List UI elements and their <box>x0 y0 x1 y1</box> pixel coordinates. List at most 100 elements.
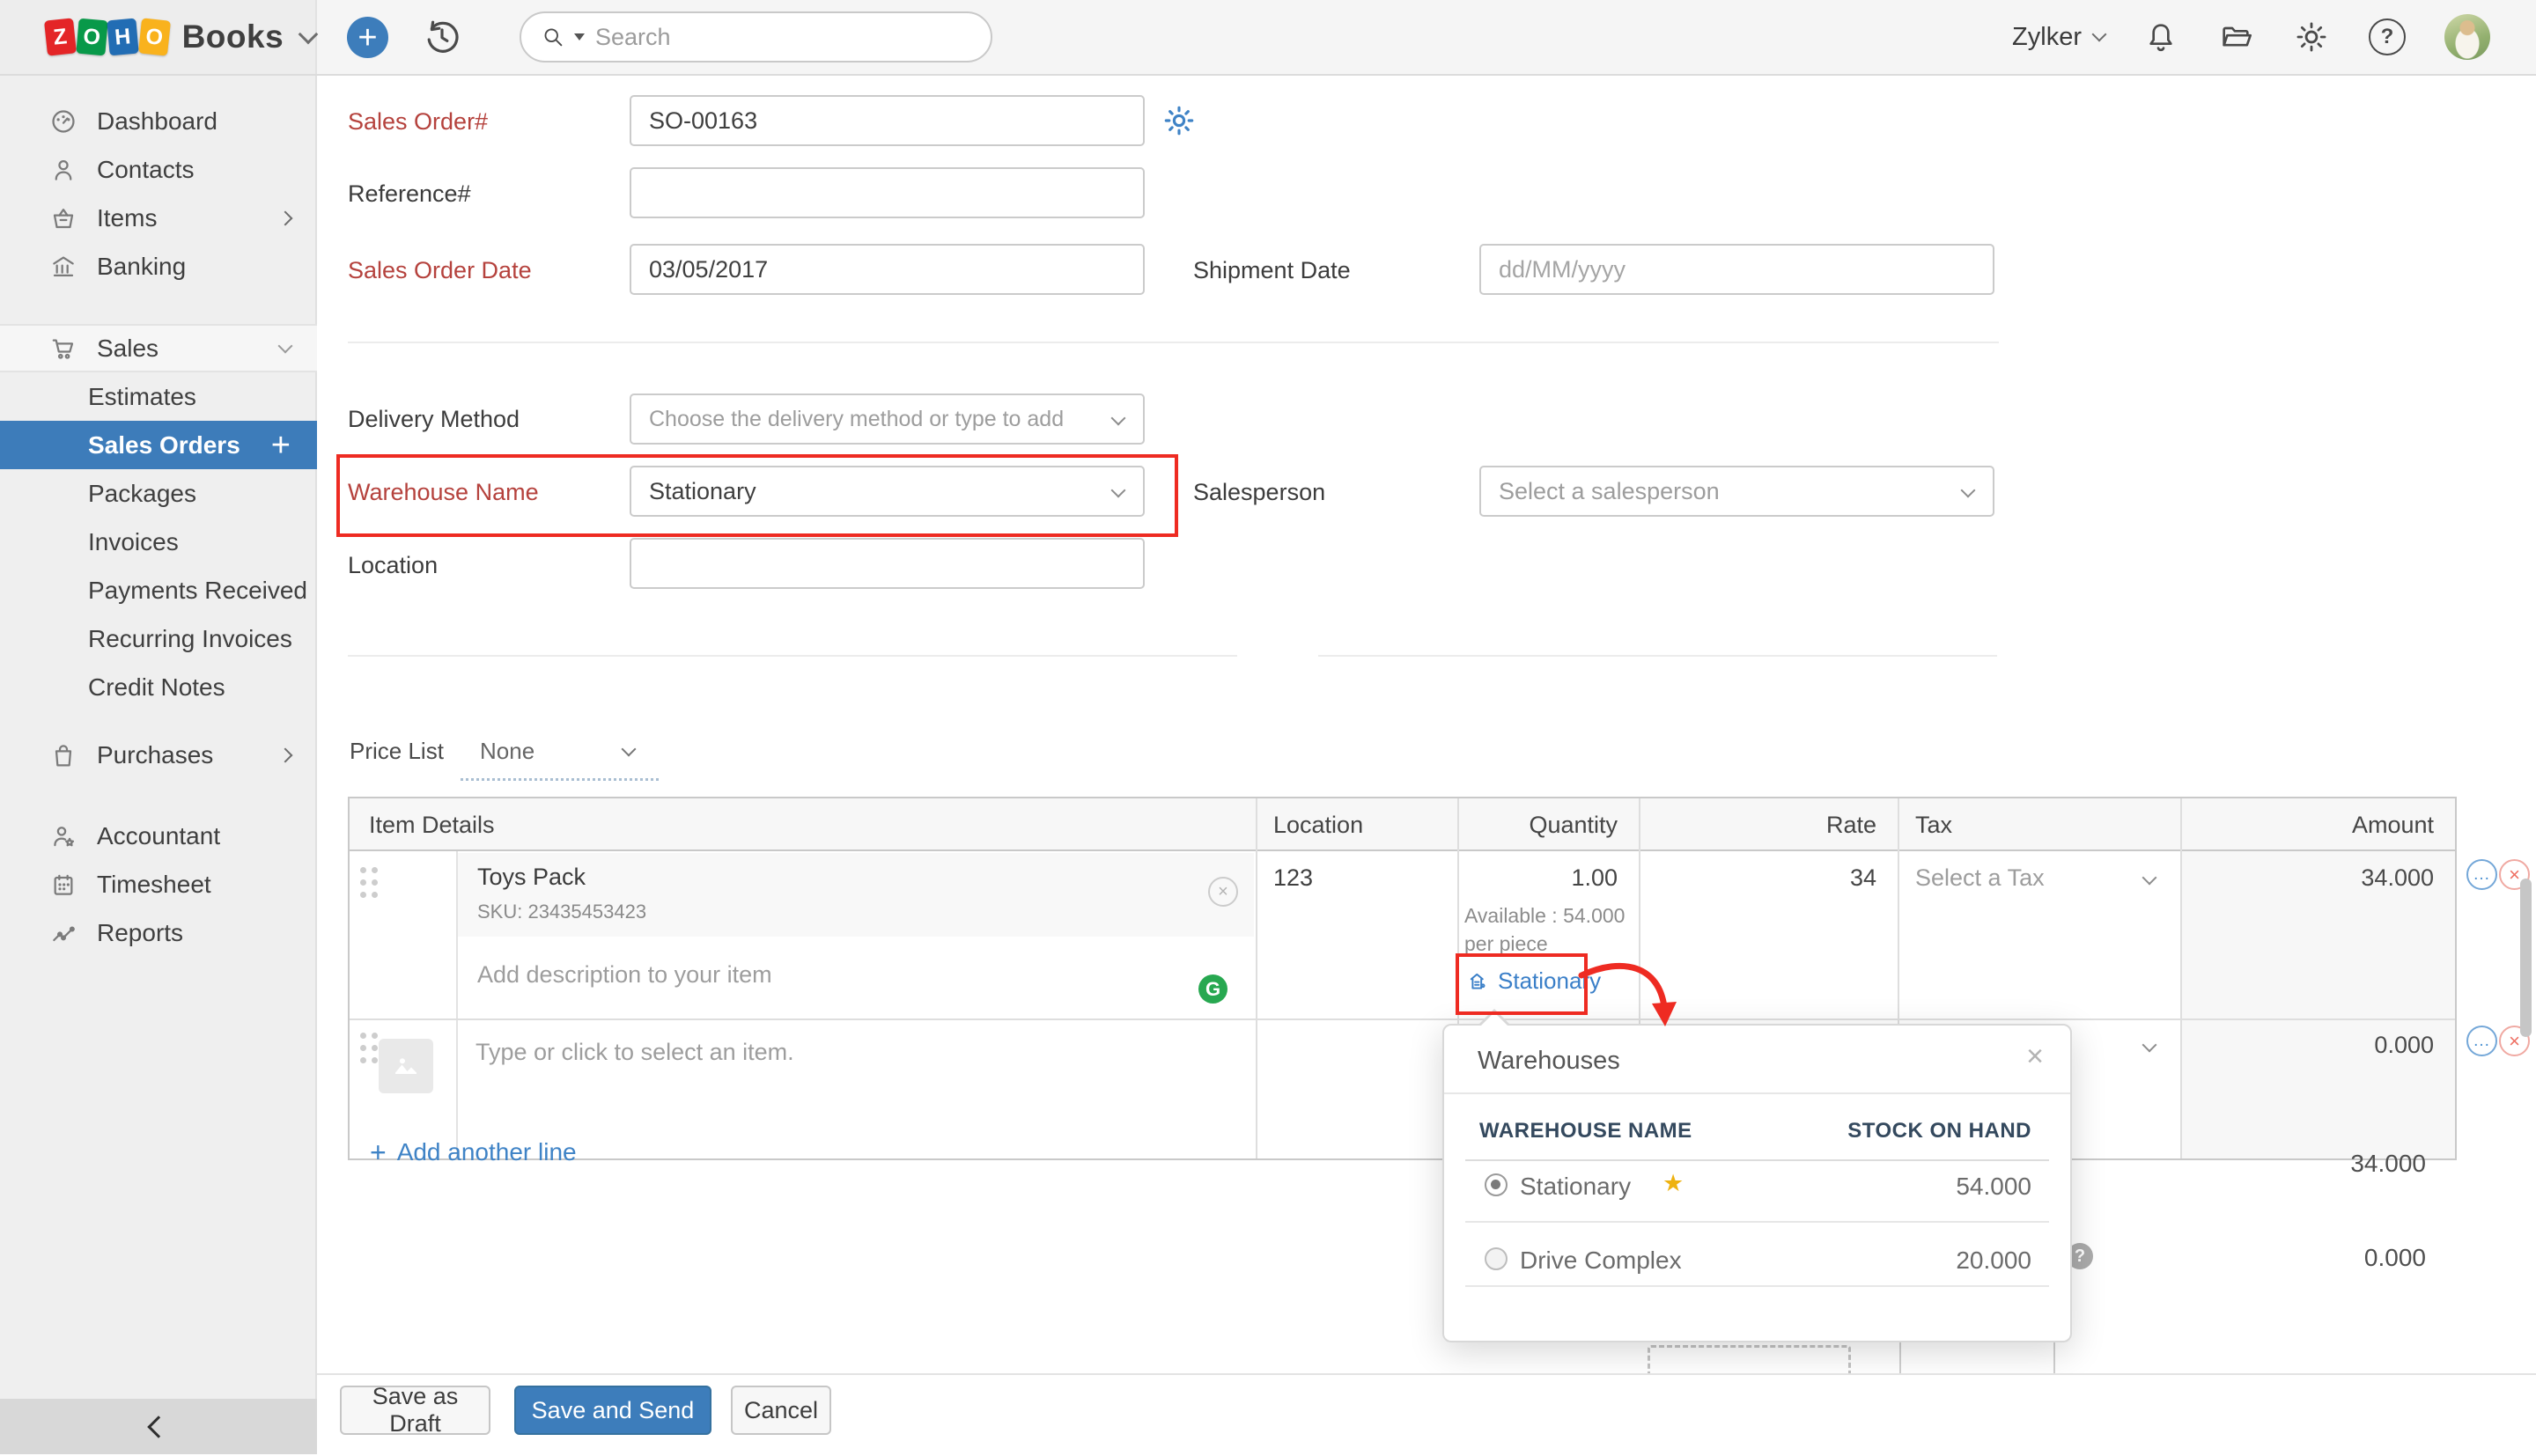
sidebar-item-label: Timesheet <box>97 871 211 899</box>
sidebar-item-dashboard[interactable]: Dashboard <box>0 97 317 145</box>
add-line-label: Add another line <box>397 1138 577 1166</box>
sidebar-item-label: Dashboard <box>97 107 217 136</box>
row-divider <box>350 1018 2455 1020</box>
sidebar-item-label: Items <box>97 204 157 232</box>
reports-chart-icon <box>49 919 77 947</box>
warehouse-link[interactable]: Stationary <box>1468 967 1601 995</box>
sales-order-date-label: Sales Order Date <box>348 257 532 284</box>
drag-handle-icon[interactable] <box>360 867 366 873</box>
sales-order-number-input[interactable] <box>630 95 1145 146</box>
cancel-button[interactable]: Cancel <box>731 1386 831 1435</box>
sidebar-item-packages[interactable]: Packages <box>0 469 317 518</box>
delivery-method-select[interactable]: Choose the delivery method or type to ad… <box>630 393 1145 445</box>
sidebar-item-label: Banking <box>97 253 186 281</box>
sidebar-item-items[interactable]: Items <box>0 194 317 242</box>
search-scope-caret-icon[interactable] <box>574 33 585 40</box>
add-another-line-button[interactable]: + Add another line <box>370 1138 577 1166</box>
order-number-settings-gear-icon[interactable] <box>1161 102 1198 139</box>
reference-number-input[interactable] <box>630 167 1145 218</box>
sidebar-item-label: Sales <box>97 335 158 363</box>
column-header-tax: Tax <box>1898 798 2180 851</box>
documents-folder-icon[interactable] <box>2217 19 2254 55</box>
available-stock-text: Available : 54.000 <box>1464 904 1625 928</box>
item-description-placeholder[interactable]: Add description to your item <box>477 961 772 989</box>
reference-number-label: Reference# <box>348 180 471 208</box>
popup-title: Warehouses <box>1478 1047 1620 1076</box>
warehouse-radio-selected[interactable] <box>1485 1173 1508 1196</box>
sidebar-item-accountant[interactable]: Accountant <box>0 812 317 860</box>
org-switch-chevron-icon[interactable] <box>299 25 319 45</box>
org-selector[interactable]: Zylker <box>2012 23 2105 52</box>
help-icon[interactable]: ? <box>2369 18 2406 55</box>
collapse-sidebar-button[interactable] <box>0 1399 317 1454</box>
location-input[interactable] <box>630 538 1145 589</box>
salesperson-label: Salesperson <box>1193 479 1325 506</box>
sidebar-item-sales[interactable]: Sales <box>0 324 317 372</box>
item-sku: SKU: 23435453423 <box>477 901 646 923</box>
vertical-scrollbar[interactable] <box>2520 879 2532 1037</box>
search-input[interactable] <box>593 23 971 52</box>
salesperson-select[interactable]: Select a salesperson <box>1479 466 1994 517</box>
salesperson-placeholder: Select a salesperson <box>1499 478 1720 505</box>
item-name-block[interactable]: Toys Pack SKU: 23435453423 × <box>458 853 1254 937</box>
global-search[interactable] <box>520 11 992 63</box>
line-items-table: Item Details Location Quantity Rate Tax … <box>348 797 2457 1160</box>
price-list-label: Price List <box>350 738 444 765</box>
tax-select[interactable]: Select a Tax <box>1915 864 2045 892</box>
sidebar-item-timesheet[interactable]: Timesheet <box>0 860 317 908</box>
sidebar: Dashboard Contacts Items Banking Sales E… <box>0 76 317 1454</box>
chevron-down-icon <box>1111 411 1126 426</box>
question-glyph: ? <box>2381 25 2394 49</box>
sidebar-item-credit-notes[interactable]: Credit Notes <box>0 663 317 711</box>
warehouse-radio-unselected[interactable] <box>1485 1247 1508 1270</box>
popup-column-warehouse-name: WAREHOUSE NAME <box>1479 1119 1692 1143</box>
settings-gear-icon[interactable] <box>2293 18 2330 55</box>
notifications-bell-icon[interactable] <box>2143 19 2178 55</box>
sidebar-item-purchases[interactable]: Purchases <box>0 731 317 779</box>
sidebar-item-banking[interactable]: Banking <box>0 242 317 290</box>
top-right-cluster: Zylker ? <box>2012 0 2536 74</box>
recent-history-icon[interactable] <box>421 16 463 58</box>
org-name: Zylker <box>2012 23 2082 52</box>
popup-caret <box>1480 1012 1508 1026</box>
contacts-icon <box>49 156 77 184</box>
shipment-date-input[interactable] <box>1479 244 1994 295</box>
sidebar-item-reports[interactable]: Reports <box>0 908 317 957</box>
item-name: Toys Pack <box>477 864 586 891</box>
amount-column-background <box>2180 851 2455 1158</box>
item-location-value[interactable]: 123 <box>1273 864 1313 892</box>
new-sales-order-plus-icon[interactable]: + <box>271 429 291 462</box>
sidebar-item-label: Contacts <box>97 156 195 184</box>
popup-close-icon[interactable]: × <box>2026 1041 2044 1071</box>
top-bar: Z O H O Books + Zylker <box>0 0 2536 76</box>
form-footer: Save as Draft Save and Send Cancel <box>317 1373 2536 1456</box>
item-select-placeholder[interactable]: Type or click to select an item. <box>476 1039 794 1066</box>
row-more-actions-icon[interactable]: ... <box>2466 859 2497 890</box>
warehouse-name-label: Warehouse Name <box>348 479 539 506</box>
sales-order-date-input[interactable] <box>630 244 1145 295</box>
sidebar-item-payments-received[interactable]: Payments Received <box>0 566 317 614</box>
sidebar-item-estimates[interactable]: Estimates <box>0 372 317 421</box>
popup-divider <box>1444 1092 2070 1094</box>
warehouse-name-select[interactable]: Stationary <box>630 466 1145 517</box>
row-more-actions-icon[interactable]: ... <box>2466 1026 2497 1056</box>
chevron-down-icon <box>622 742 637 757</box>
item-quantity-value[interactable]: 1.00 <box>1457 864 1618 892</box>
grammarly-icon[interactable]: G <box>1198 974 1227 1004</box>
sidebar-item-invoices[interactable]: Invoices <box>0 518 317 566</box>
save-as-draft-button[interactable]: Save as Draft <box>340 1386 490 1435</box>
user-avatar[interactable] <box>2444 14 2490 60</box>
sidebar-item-contacts[interactable]: Contacts <box>0 145 317 194</box>
drag-handle-icon[interactable] <box>360 1033 366 1039</box>
remove-item-icon[interactable]: × <box>1208 877 1238 907</box>
sidebar-item-sales-orders[interactable]: Sales Orders + <box>0 421 317 469</box>
item-rate-value[interactable]: 34 <box>1639 864 1876 892</box>
price-list-select[interactable]: None <box>480 738 534 765</box>
section-divider <box>348 655 1237 657</box>
save-and-send-button[interactable]: Save and Send <box>514 1386 711 1435</box>
sidebar-item-recurring-invoices[interactable]: Recurring Invoices <box>0 614 317 663</box>
quick-create-button[interactable]: + <box>347 17 388 58</box>
popup-divider <box>1465 1285 2049 1287</box>
section-divider <box>348 342 1999 343</box>
column-header-amount: Amount <box>2180 798 2455 851</box>
